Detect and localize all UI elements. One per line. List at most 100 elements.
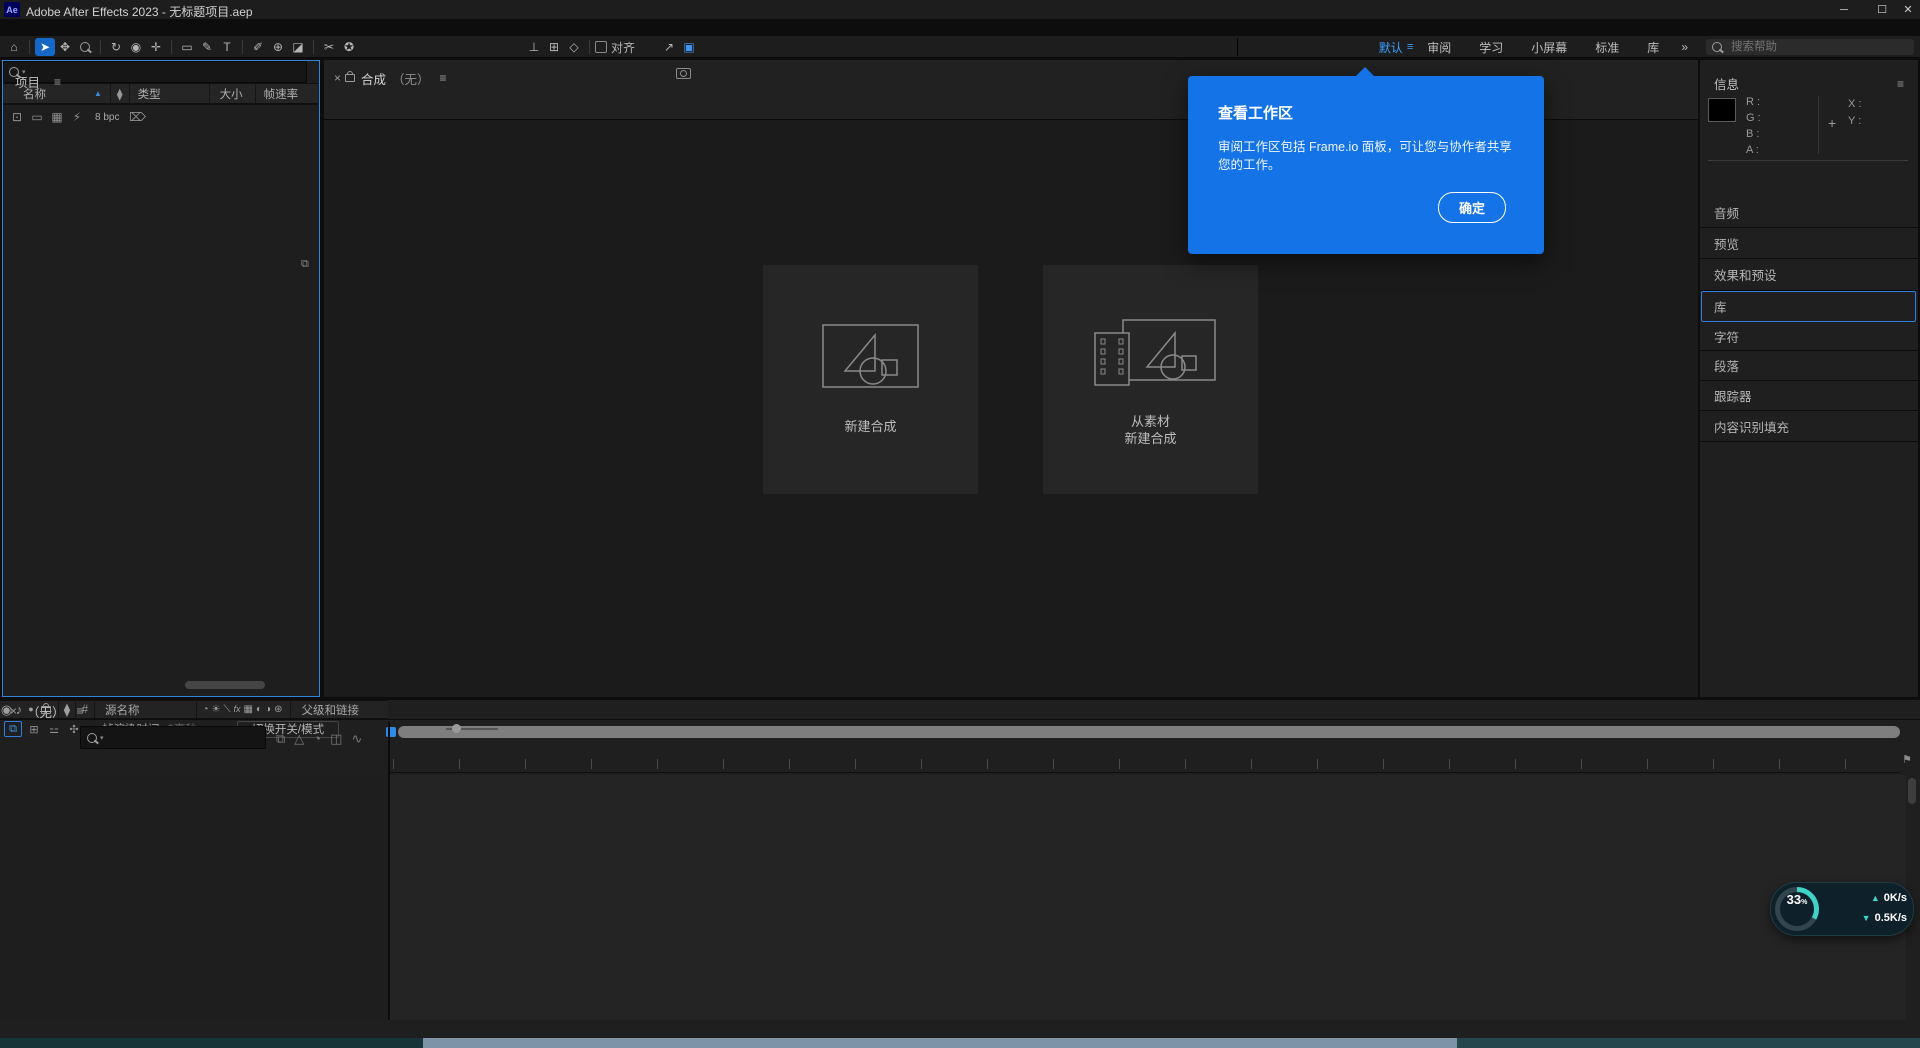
type-tool-icon[interactable]: T bbox=[217, 38, 237, 56]
shy-switch-icon[interactable]: ◔ bbox=[203, 705, 209, 715]
unified-camera-tool-icon[interactable]: ◉ bbox=[126, 38, 146, 56]
home-icon[interactable]: ⌂ bbox=[4, 38, 24, 56]
magnifier-icon bbox=[80, 42, 90, 52]
sidebar-item-audio[interactable]: 音频 bbox=[1700, 197, 1918, 228]
bottom-strip-scroll-thumb[interactable] bbox=[423, 1038, 1457, 1048]
source-name-column[interactable]: 源名称 bbox=[105, 702, 140, 718]
timeline-zoom-slider[interactable] bbox=[446, 728, 498, 730]
lock-icon[interactable] bbox=[41, 706, 51, 714]
snap-checkbox[interactable] bbox=[595, 41, 607, 53]
axis-view-icon[interactable]: ◇ bbox=[564, 38, 584, 56]
workspace-tab-default[interactable]: 默认 bbox=[1365, 39, 1407, 56]
toolbar-divider bbox=[313, 40, 314, 54]
quality-switch-icon[interactable]: ⟍ bbox=[224, 705, 231, 715]
roto-brush-tool-icon[interactable]: ✂ bbox=[319, 38, 339, 56]
region-of-interest-icon[interactable]: ▣ bbox=[679, 38, 699, 56]
tab-close-icon[interactable]: × bbox=[334, 71, 341, 85]
layer-list-area[interactable] bbox=[0, 775, 388, 1020]
snapshot-camera-icon[interactable] bbox=[676, 68, 691, 79]
timeline-toolbar-icons: ⧉ △ ◔ ◫ ∿ bbox=[276, 728, 362, 748]
motion-blur-switch-icon[interactable]: ◐ bbox=[256, 705, 262, 715]
sidebar-item-effects-presets[interactable]: 效果和预设 bbox=[1700, 259, 1918, 291]
sidebar-item-label: 内容识别填充 bbox=[1714, 417, 1789, 436]
sidebar-item-label: 效果和预设 bbox=[1714, 265, 1777, 284]
info-panel-menu-icon[interactable]: ≡ bbox=[1897, 77, 1904, 91]
composition-tab-label[interactable]: 合成 bbox=[361, 69, 386, 88]
project-panel: 项目 ≡ ▾ 名称 ▲ ⧫ 类型 大小 帧速率 ⧉ ⊡ ▭ ▦ ⚡ 8 bpc bbox=[2, 60, 320, 697]
axis-local-icon[interactable]: ⊥ bbox=[524, 38, 544, 56]
rotate-tool-icon[interactable]: ↻ bbox=[106, 38, 126, 56]
workspace-tab-libraries[interactable]: 库 bbox=[1633, 39, 1673, 56]
share-screen-icon[interactable]: ↗ bbox=[659, 38, 679, 56]
zoom-slider-thumb[interactable] bbox=[452, 724, 461, 733]
zoom-tool-icon[interactable] bbox=[75, 38, 95, 56]
timeline-panel-menu-icon[interactable]: ≡ bbox=[77, 704, 84, 718]
minimize-button[interactable]: ─ bbox=[1825, 0, 1863, 19]
timeline-search-box[interactable]: ▾ bbox=[80, 726, 266, 749]
transfer-progress-widget[interactable]: 33 % ▲ 0K/s ▼ 0.5K/s bbox=[1770, 882, 1914, 936]
adjustment-layer-switch-icon[interactable]: ◑ bbox=[265, 705, 271, 715]
fx-switch-icon[interactable]: fx bbox=[234, 705, 241, 714]
hand-tool-icon[interactable]: ✥ bbox=[55, 38, 75, 56]
workspace-overflow-chevron[interactable]: » bbox=[1673, 40, 1696, 54]
clone-stamp-tool-icon[interactable]: ⊕ bbox=[268, 38, 288, 56]
help-search-input[interactable] bbox=[1729, 40, 1893, 54]
new-composition-from-footage-card[interactable]: 从素材 新建合成 bbox=[1043, 265, 1258, 494]
sidebar-item-character[interactable]: 字符 bbox=[1700, 322, 1918, 351]
time-navigator-bar[interactable] bbox=[398, 726, 1900, 738]
parent-link-column[interactable]: 父级和链接 bbox=[301, 702, 359, 718]
sidebar-item-content-aware-fill[interactable]: 内容识别填充 bbox=[1700, 411, 1918, 442]
bottom-strip-right bbox=[1457, 1038, 1920, 1048]
upload-speed-value: 0K/s bbox=[1884, 892, 1907, 904]
toggle-switches-pane-icon[interactable]: ⧉ bbox=[4, 721, 22, 737]
info-x-label: X : bbox=[1848, 98, 1861, 110]
close-button[interactable]: ✕ bbox=[1896, 0, 1920, 19]
sidebar-item-preview[interactable]: 预览 bbox=[1700, 228, 1918, 259]
sidebar-item-tracker[interactable]: 跟踪器 bbox=[1700, 381, 1918, 411]
draft-3d-icon[interactable]: △ bbox=[294, 732, 304, 745]
tab-close-icon[interactable]: × bbox=[10, 704, 17, 718]
from-footage-label-line1: 从素材 bbox=[1043, 413, 1258, 430]
time-ruler[interactable] bbox=[390, 750, 1900, 773]
graph-editor-icon[interactable]: ∿ bbox=[351, 732, 362, 745]
frame-blend-switch-icon[interactable]: ▦ bbox=[244, 705, 253, 715]
workspace-tab-learn[interactable]: 学习 bbox=[1465, 39, 1517, 56]
comp-marker-bin-icon[interactable]: ⚑ bbox=[1902, 755, 1912, 766]
timeline-vertical-scrollbar[interactable] bbox=[1908, 778, 1916, 804]
puppet-pin-tool-icon[interactable]: ✪ bbox=[339, 38, 359, 56]
toggle-transfer-controls-icon[interactable]: ⊞ bbox=[26, 722, 42, 736]
help-search-box[interactable] bbox=[1706, 39, 1914, 55]
new-composition-card[interactable]: 新建合成 bbox=[763, 265, 978, 494]
project-horizontal-scrollbar[interactable] bbox=[185, 681, 265, 689]
lock-icon[interactable] bbox=[345, 74, 355, 82]
track-area[interactable] bbox=[390, 775, 1906, 1020]
selection-tool-icon[interactable]: ➤ bbox=[35, 38, 55, 56]
project-panel-menu-icon[interactable]: ≡ bbox=[54, 75, 61, 89]
frame-blend-icon[interactable]: ◫ bbox=[330, 732, 342, 745]
new-composition-label: 新建合成 bbox=[763, 418, 978, 435]
comp-mini-flowchart-icon[interactable]: ⧉ bbox=[276, 732, 285, 745]
composition-panel-menu-icon[interactable]: ≡ bbox=[440, 71, 447, 85]
download-speed-value: 0.5K/s bbox=[1875, 912, 1907, 924]
collapse-switch-icon[interactable]: ☀ bbox=[212, 705, 221, 715]
project-item-list[interactable] bbox=[3, 254, 319, 671]
column-divider bbox=[196, 700, 197, 719]
brush-tool-icon[interactable]: ✐ bbox=[248, 38, 268, 56]
workspace-tab-review[interactable]: 审阅 bbox=[1413, 39, 1465, 56]
chevron-down-icon: ▾ bbox=[100, 734, 104, 742]
rectangle-tool-icon[interactable]: ▭ bbox=[177, 38, 197, 56]
toolbar-divider bbox=[100, 40, 101, 54]
popup-ok-button[interactable]: 确定 bbox=[1438, 192, 1506, 223]
axis-world-icon[interactable]: ⊞ bbox=[544, 38, 564, 56]
pan-behind-tool-icon[interactable]: ✛ bbox=[146, 38, 166, 56]
eraser-tool-icon[interactable]: ◪ bbox=[288, 38, 308, 56]
toggle-in-out-pane-icon[interactable]: ⚍ bbox=[46, 722, 62, 736]
workspace-tab-standard[interactable]: 标准 bbox=[1581, 39, 1633, 56]
progress-percent-sign: % bbox=[1801, 899, 1807, 906]
three-d-switch-icon[interactable]: ⊛ bbox=[274, 705, 282, 715]
shy-layers-icon[interactable]: ◔ bbox=[313, 732, 321, 745]
info-g-label: G : bbox=[1746, 112, 1761, 124]
pen-tool-icon[interactable]: ✎ bbox=[197, 38, 217, 56]
workspace-tab-small-screen[interactable]: 小屏幕 bbox=[1517, 39, 1581, 56]
sidebar-item-paragraph[interactable]: 段落 bbox=[1700, 351, 1918, 381]
